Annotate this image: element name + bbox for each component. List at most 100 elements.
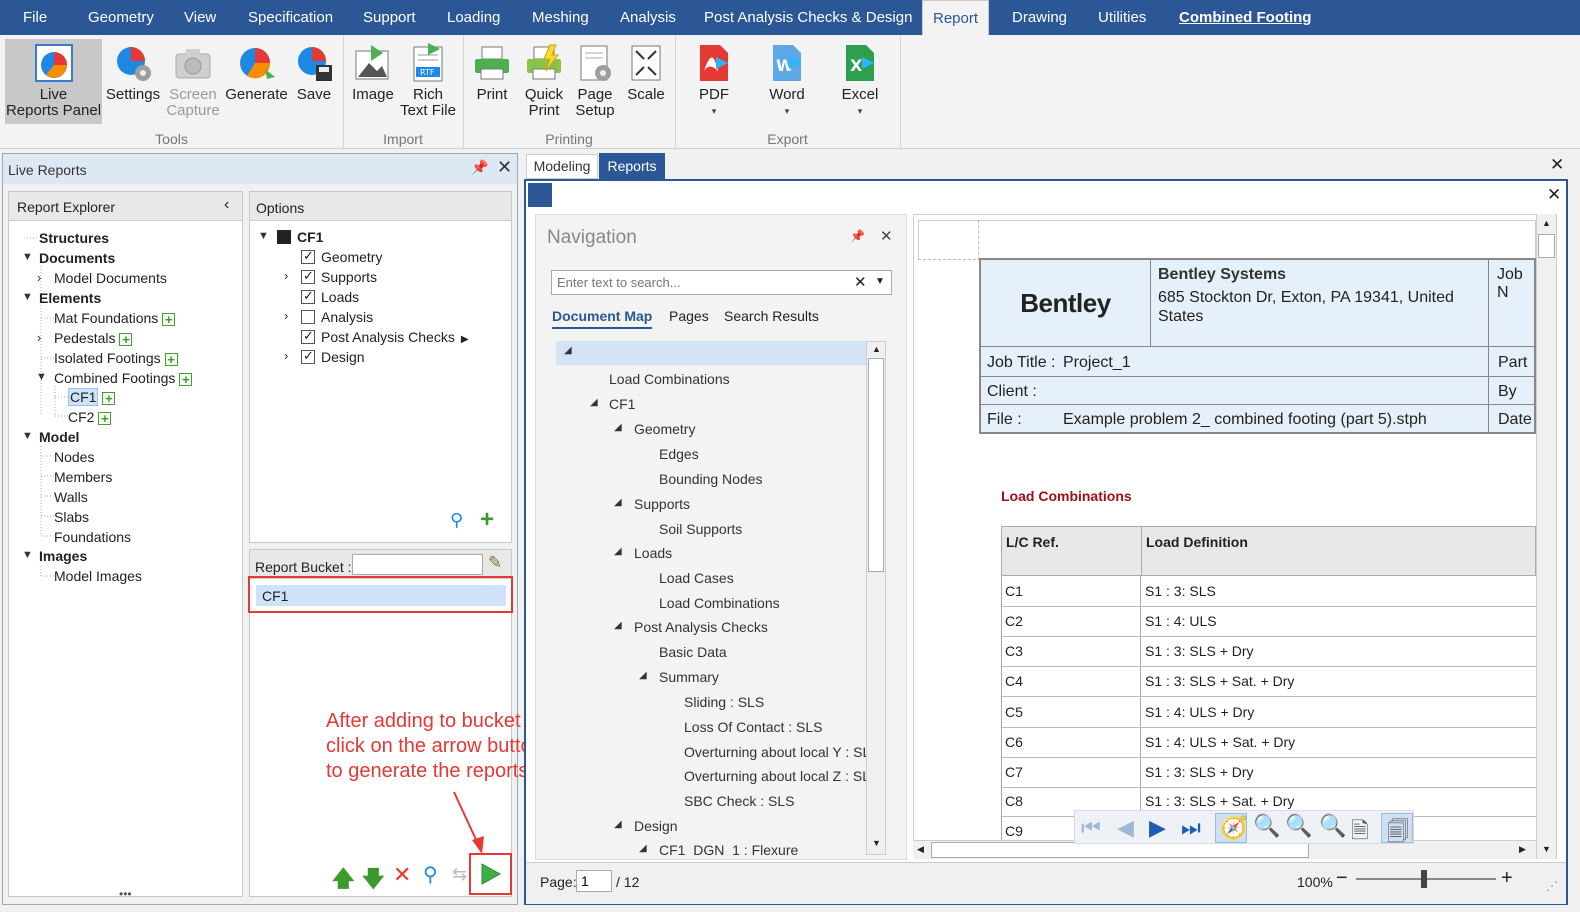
expand-icon[interactable]: › — [37, 330, 41, 345]
nav-item[interactable]: CF1 — [609, 396, 635, 412]
checkbox[interactable] — [301, 310, 315, 324]
screen-capture-button[interactable]: Screen Capture — [164, 39, 222, 119]
expand-icon[interactable]: ▼ — [36, 371, 47, 383]
expand-icon[interactable]: › — [284, 268, 288, 283]
close-icon[interactable]: ✕ — [1547, 185, 1561, 205]
option-supports[interactable]: Supports — [301, 268, 377, 285]
scroll-thumb[interactable] — [868, 358, 884, 572]
scroll-thumb[interactable] — [1538, 234, 1555, 258]
menu-utilities[interactable]: Utilities — [1088, 0, 1156, 35]
add-icon[interactable]: + — [179, 372, 193, 386]
expand-icon[interactable]: ▼ — [22, 549, 33, 561]
zoom-out-button[interactable]: − — [1336, 867, 1348, 890]
tree-isolated-footings[interactable]: Isolated Footings + — [54, 350, 178, 366]
add-icon[interactable]: + — [119, 332, 133, 346]
expand-icon[interactable]: › — [284, 348, 288, 363]
import-image-button[interactable]: Image — [349, 39, 397, 103]
clear-brush-icon[interactable]: ⚲ — [450, 510, 463, 531]
tree-model[interactable]: Model — [39, 429, 79, 445]
checkbox[interactable] — [301, 288, 315, 304]
nav-item[interactable]: Geometry — [634, 421, 695, 437]
checkbox[interactable] — [301, 328, 315, 344]
option-design[interactable]: Design — [301, 348, 365, 365]
tree-slabs[interactable]: Slabs — [54, 509, 89, 525]
tree-pedestals[interactable]: Pedestals + — [54, 330, 133, 346]
add-icon[interactable]: + — [98, 411, 112, 425]
zoom-out-icon[interactable]: 🔍 — [1253, 813, 1280, 839]
menu-drawing[interactable]: Drawing — [1002, 0, 1077, 35]
pin-icon[interactable]: 📌 — [850, 229, 865, 243]
tree-structures[interactable]: Structures — [39, 230, 109, 246]
option-post-analysis-checks[interactable]: Post Analysis Checks▶ — [301, 328, 469, 345]
nav-item[interactable]: Soil Supports — [659, 521, 742, 537]
generate-button[interactable]: Generate — [224, 39, 289, 103]
collapse-chevron-icon[interactable]: ‹ — [224, 196, 229, 214]
nav-item[interactable]: Load Combinations — [659, 595, 780, 611]
tree-elements[interactable]: Elements — [39, 290, 101, 306]
export-excel-button[interactable]: X Excel ▾ — [836, 39, 884, 119]
tree-nodes[interactable]: Nodes — [54, 449, 94, 465]
expand-icon[interactable]: › — [37, 270, 41, 285]
add-icon[interactable]: + — [164, 352, 178, 366]
chevron-down-icon[interactable]: ▼ — [875, 276, 885, 287]
menu-file[interactable]: File — [13, 0, 57, 35]
multi-page-button[interactable]: 🗐 — [1381, 813, 1413, 844]
nav-item[interactable]: Loss Of Contact : SLS — [684, 719, 823, 735]
first-page-icon[interactable]: ⏮ — [1081, 815, 1101, 841]
tree-model-images[interactable]: Model Images — [54, 568, 142, 584]
add-icon[interactable]: + — [480, 506, 494, 534]
scale-button[interactable]: Scale — [624, 39, 668, 103]
nav-item[interactable]: Basic Data — [659, 644, 727, 660]
menu-geometry[interactable]: Geometry — [78, 0, 164, 35]
close-icon[interactable]: ✕ — [497, 157, 512, 178]
menu-support[interactable]: Support — [353, 0, 426, 35]
tree-documents[interactable]: Documents — [39, 250, 115, 266]
page-number-input[interactable] — [576, 870, 612, 892]
clear-brush-icon[interactable]: ⚲ — [423, 862, 438, 887]
tab-modeling[interactable]: Modeling — [526, 154, 598, 179]
option-loads[interactable]: Loads — [301, 288, 359, 305]
report-vscrollbar[interactable]: ▲ ▼ — [1536, 214, 1556, 859]
nav-item[interactable]: Bounding Nodes — [659, 471, 763, 487]
tab-reports[interactable]: Reports — [599, 153, 665, 179]
single-page-icon[interactable]: 🗎 — [1351, 814, 1369, 852]
prev-page-icon[interactable]: ◀ — [1117, 815, 1134, 841]
tree-mat-foundations[interactable]: Mat Foundations + — [54, 310, 176, 326]
move-down-icon[interactable]: 🡇 — [362, 862, 385, 900]
checkbox[interactable] — [301, 248, 315, 264]
menu-report[interactable]: Report — [922, 0, 990, 35]
checkbox-partial[interactable] — [277, 230, 291, 244]
zoom-icon[interactable]: 🔍 — [1285, 813, 1312, 839]
tab-pages[interactable]: Pages — [669, 308, 709, 324]
nav-scrollbar[interactable]: ▲ ▼ — [866, 341, 886, 855]
nav-item[interactable]: Edges — [659, 446, 699, 462]
rich-text-file-button[interactable]: RTF Rich Text File — [399, 39, 457, 119]
nav-item[interactable]: Load Combinations — [609, 371, 730, 387]
tree-walls[interactable]: Walls — [54, 489, 88, 505]
tree-images[interactable]: Images — [39, 548, 87, 564]
nav-item[interactable]: SBC Check : SLS — [684, 793, 795, 809]
tree-cf1[interactable]: CF1 + — [68, 388, 116, 406]
menu-specification[interactable]: Specification — [238, 0, 343, 35]
zoom-in-icon[interactable]: 🔍 — [1319, 813, 1346, 839]
close-icon[interactable]: ✕ — [1550, 155, 1564, 175]
menu-post-analysis[interactable]: Post Analysis Checks & Design — [694, 0, 922, 35]
tree-model-documents[interactable]: Model Documents — [54, 270, 167, 286]
option-geometry[interactable]: Geometry — [301, 248, 382, 265]
nav-item[interactable]: Sliding : SLS — [684, 694, 764, 710]
page-setup-button[interactable]: Page Setup — [572, 39, 618, 119]
last-page-icon[interactable]: ⏭ — [1181, 815, 1201, 841]
settings-button[interactable]: Settings — [104, 39, 162, 103]
navigation-toggle-button[interactable]: 🧭 — [1215, 813, 1247, 843]
nav-item[interactable]: Design — [634, 818, 678, 834]
move-up-icon[interactable]: 🡅 — [332, 862, 355, 900]
export-pdf-button[interactable]: PDF ▾ — [692, 39, 736, 119]
menu-loading[interactable]: Loading — [437, 0, 510, 35]
expand-icon[interactable]: ▼ — [22, 251, 33, 263]
live-reports-panel-button[interactable]: Live Reports Panel — [5, 39, 102, 124]
tree-cf2[interactable]: CF2 + — [68, 409, 112, 425]
delete-icon[interactable]: ✕ — [393, 862, 411, 888]
zoom-in-button[interactable]: + — [1501, 867, 1513, 890]
checkbox[interactable] — [301, 348, 315, 364]
bucket-item[interactable]: CF1 — [256, 585, 506, 606]
